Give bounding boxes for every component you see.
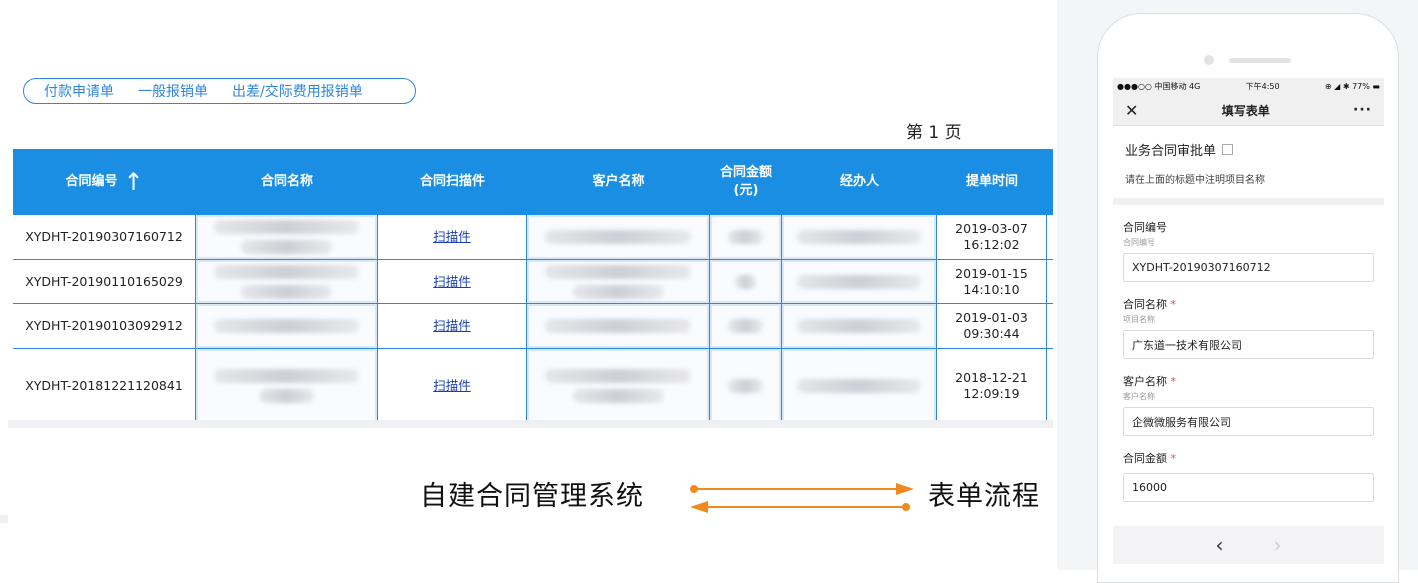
header-handler: 经办人 xyxy=(839,174,879,189)
header-contract-id[interactable]: 合同编号 ↑ xyxy=(13,149,196,215)
table-row: XYDHT-20190103092912 扫描件 2019-01-03 09:30… xyxy=(13,304,1053,349)
table-footer-bar xyxy=(8,420,1053,428)
status-time: 下午4:50 xyxy=(1245,82,1280,91)
field-contract-id: 合同编号 合同编号 XYDHT-20190307160712 xyxy=(1113,219,1384,282)
back-arrow-icon[interactable]: ‹ xyxy=(1216,533,1224,557)
required-mark: * xyxy=(1170,298,1177,311)
redacted-cell xyxy=(527,215,710,259)
table-row: XYDHT-20190110165029 扫描件 2019-01-15 14:10… xyxy=(13,260,1053,304)
sort-up-icon[interactable]: ↑ xyxy=(123,170,143,194)
header-amount: 合同金额(元) xyxy=(720,165,773,198)
form-title[interactable]: 业务合同审批单 xyxy=(1125,140,1372,159)
scan-link[interactable]: 扫描件 xyxy=(433,318,471,334)
link-payment-request[interactable]: 付款申请单 xyxy=(44,81,114,101)
redacted-cell xyxy=(196,260,378,303)
header-customer: 客户名称 xyxy=(592,174,645,189)
redacted-cell xyxy=(782,215,937,259)
redacted-cell xyxy=(527,260,710,303)
cell-scan: 扫描件 xyxy=(378,349,527,422)
form-header: 业务合同审批单 请在上面的标题中注明项目名称 xyxy=(1113,126,1384,205)
status-bar: ●●●○○ 中国移动 4G 下午4:50 ⊕ ◢ ✱ 77% ▬ xyxy=(1113,78,1384,95)
cell-contract-id: XYDHT-20190103092912 xyxy=(13,304,196,348)
table-row: XYDHT-20181221120841 扫描件 2018-12-21 12:09… xyxy=(13,349,1053,422)
redacted-cell xyxy=(782,304,937,348)
redacted-cell xyxy=(710,304,782,348)
redacted-cell xyxy=(196,304,378,348)
field-contract-name: 合同名称 * 项目名称 广东道一技术有限公司 xyxy=(1113,296,1384,359)
cell-contract-id: XYDHT-20190110165029 xyxy=(13,260,196,303)
redacted-cell xyxy=(782,349,937,422)
self-built-system-label: 自建合同管理系统 xyxy=(420,481,644,512)
edge-mark xyxy=(0,515,8,523)
link-travel-reimbursement[interactable]: 出差/交际费用报销单 xyxy=(232,81,363,101)
redacted-cell xyxy=(710,349,782,422)
camera-icon xyxy=(1204,55,1214,65)
redacted-cell xyxy=(196,215,378,259)
contract-id-input[interactable]: XYDHT-20190307160712 xyxy=(1123,253,1374,282)
page-indicator: 第 1 页 xyxy=(906,123,962,143)
header-scan: 合同扫描件 xyxy=(419,174,485,189)
bidirectional-arrows-icon xyxy=(690,483,914,513)
close-icon[interactable]: ✕ xyxy=(1125,101,1138,120)
contract-amount-input[interactable]: 16000 xyxy=(1123,473,1374,502)
browser-bottom-bar: ‹ › xyxy=(1113,526,1384,564)
header-contract-name: 合同名称 xyxy=(260,174,313,189)
battery-icon: ⊕ ◢ ✱ 77% ▬ xyxy=(1324,82,1380,91)
cell-contract-id: XYDHT-20190307160712 xyxy=(13,215,196,259)
scan-link[interactable]: 扫描件 xyxy=(433,229,471,245)
required-mark: * xyxy=(1170,375,1177,388)
cell-contract-id: XYDHT-20181221120841 xyxy=(13,349,196,422)
speaker-icon xyxy=(1229,58,1291,63)
field-contract-amount: 合同金额 * 16000 xyxy=(1113,450,1384,502)
redacted-cell xyxy=(782,260,937,303)
carrier-signal: ●●●○○ 中国移动 4G xyxy=(1117,82,1201,91)
cell-scan: 扫描件 xyxy=(378,215,527,259)
redacted-cell xyxy=(710,260,782,303)
cell-submit-time: 2018-12-21 12:09:19 xyxy=(937,349,1047,422)
cell-submit-time: 2019-03-07 16:12:02 xyxy=(937,215,1047,259)
scan-link[interactable]: 扫描件 xyxy=(433,378,471,394)
table-header: 合同编号 ↑ 合同名称 合同扫描件 客户名称 合同金额(元) 经办人 提单时间 xyxy=(13,149,1053,215)
contract-table: 合同编号 ↑ 合同名称 合同扫描件 客户名称 合同金额(元) 经办人 提单时间 … xyxy=(13,149,1053,422)
contract-name-input[interactable]: 广东道一技术有限公司 xyxy=(1123,330,1374,359)
nav-bar: ✕ 填写表单 ··· xyxy=(1113,95,1384,126)
field-customer-name: 客户名称 * 客户名称 企微微服务有限公司 xyxy=(1113,373,1384,436)
redacted-cell xyxy=(196,349,378,422)
cell-scan: 扫描件 xyxy=(378,304,527,348)
phone-screen: ●●●○○ 中国移动 4G 下午4:50 ⊕ ◢ ✱ 77% ▬ ✕ 填写表单 … xyxy=(1113,78,1384,570)
more-icon[interactable]: ··· xyxy=(1353,102,1372,118)
redacted-cell xyxy=(527,349,710,422)
cell-submit-time: 2019-01-15 14:10:10 xyxy=(937,260,1047,303)
table-row: XYDHT-20190307160712 扫描件 2019-03-07 16:12… xyxy=(13,215,1053,260)
edit-icon[interactable] xyxy=(1222,144,1234,155)
form-type-links: 付款申请单 一般报销单 出差/交际费用报销单 xyxy=(23,78,416,104)
cell-scan: 扫描件 xyxy=(378,260,527,303)
header-submit-time: 提单时间 xyxy=(965,174,1018,189)
cell-submit-time: 2019-01-03 09:30:44 xyxy=(937,304,1047,348)
required-mark: * xyxy=(1170,452,1177,465)
nav-title: 填写表单 xyxy=(1221,103,1270,118)
forward-arrow-icon[interactable]: › xyxy=(1274,533,1282,557)
customer-name-input[interactable]: 企微微服务有限公司 xyxy=(1123,407,1374,436)
form-subtitle: 请在上面的标题中注明项目名称 xyxy=(1125,175,1265,186)
scan-link[interactable]: 扫描件 xyxy=(433,274,471,290)
redacted-cell xyxy=(527,304,710,348)
form-flow-label: 表单流程 xyxy=(928,481,1040,512)
redacted-cell xyxy=(710,215,782,259)
link-general-reimbursement[interactable]: 一般报销单 xyxy=(138,81,208,101)
